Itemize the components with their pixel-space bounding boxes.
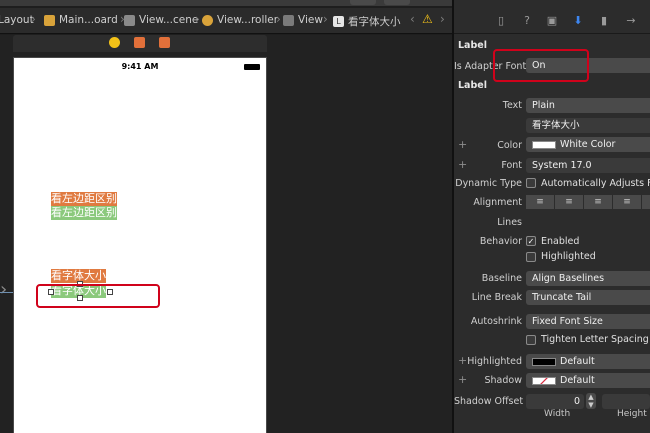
enabled-checkbox[interactable]: ✓ bbox=[526, 236, 536, 246]
width-caption: Width bbox=[544, 409, 571, 419]
identity-inspector-icon[interactable]: ▣ bbox=[545, 14, 559, 28]
attributes-inspector: ▯ ? ▣ ⬇ ▮ → Label Is Adapter Font On Lab… bbox=[454, 0, 650, 433]
baseline-select[interactable]: Align Baselines bbox=[526, 271, 650, 286]
exit-icon[interactable] bbox=[159, 37, 170, 48]
storyboard-canvas[interactable]: › 9:41 AM 看左边距区别 看左边距区别 看字体大小 看字体大小 bbox=[0, 35, 452, 433]
color-swatch bbox=[532, 357, 556, 366]
line-break-label: Line Break bbox=[471, 292, 522, 303]
autoshrink-select[interactable]: Fixed Font Size bbox=[526, 314, 650, 329]
font-label: Font bbox=[501, 160, 522, 171]
shadow-color-select[interactable]: Default bbox=[526, 373, 650, 388]
enabled-text: Enabled bbox=[541, 236, 580, 247]
align-natural-icon[interactable]: ≡ bbox=[642, 195, 650, 209]
highlighted-color-select[interactable]: Default bbox=[526, 354, 650, 369]
shadow-offset-height-field[interactable] bbox=[602, 394, 650, 409]
align-left-icon[interactable]: ≡ bbox=[526, 195, 554, 209]
warning-triangle-icon[interactable]: ⚠ bbox=[422, 12, 433, 26]
breadcrumb-item[interactable]: L 看字体大小 bbox=[333, 14, 401, 29]
entry-point-arrow-icon: › bbox=[0, 279, 8, 300]
align-justify-icon[interactable]: ≡ bbox=[613, 195, 641, 209]
lines-label: Lines bbox=[497, 217, 522, 228]
height-caption: Height bbox=[617, 409, 647, 419]
alignment-segmented-control: ≡ ≡ ≡ ≡ ≡ bbox=[526, 195, 650, 209]
highlighted-text: Highlighted bbox=[541, 251, 596, 262]
label-icon: L bbox=[333, 16, 344, 27]
highlight-annotation bbox=[36, 284, 160, 308]
section-title: Label bbox=[458, 80, 487, 91]
color-select[interactable]: White Color bbox=[526, 137, 650, 152]
view-controller-icon bbox=[202, 14, 213, 26]
size-inspector-icon[interactable]: ▮ bbox=[597, 14, 611, 28]
shadow-offset-label: Shadow Offset bbox=[454, 396, 524, 407]
dynamic-type-text: Automatically Adjusts Font bbox=[541, 178, 650, 189]
scene-dock bbox=[13, 35, 267, 52]
color-swatch bbox=[532, 376, 556, 385]
breadcrumb-item[interactable]: Main...oard bbox=[44, 14, 118, 26]
first-responder-icon[interactable] bbox=[134, 37, 145, 48]
toolbar-control[interactable] bbox=[384, 0, 410, 5]
dynamic-type-label: Dynamic Type bbox=[455, 178, 522, 189]
breadcrumb-item[interactable]: View bbox=[283, 14, 323, 26]
behavior-label: Behavior bbox=[479, 236, 522, 247]
toolbar-control[interactable] bbox=[350, 0, 376, 5]
baseline-label: Baseline bbox=[481, 273, 522, 284]
chevron-right-icon: › bbox=[323, 12, 328, 26]
align-center-icon[interactable]: ≡ bbox=[555, 195, 583, 209]
chevron-right-icon[interactable]: › bbox=[440, 12, 445, 26]
view-controller-icon[interactable] bbox=[109, 37, 120, 48]
highlighted-checkbox[interactable] bbox=[526, 252, 536, 262]
breadcrumb-item[interactable]: View...cene bbox=[124, 14, 198, 26]
highlight-annotation bbox=[493, 49, 589, 82]
file-inspector-icon[interactable]: ▯ bbox=[494, 14, 508, 28]
stepper-control[interactable]: ▲ ▼ bbox=[586, 393, 596, 409]
breadcrumb-item[interactable]: Layout bbox=[0, 14, 34, 26]
chevron-right-icon: › bbox=[195, 12, 200, 26]
shadow-label: Shadow bbox=[484, 375, 523, 386]
battery-icon bbox=[244, 64, 260, 70]
alignment-label: Alignment bbox=[473, 197, 522, 208]
device-frame[interactable]: 9:41 AM 看左边距区别 看左边距区别 看字体大小 看字体大小 bbox=[13, 57, 267, 433]
text-type-select[interactable]: Plain bbox=[526, 98, 650, 113]
tighten-text: Tighten Letter Spacing bbox=[541, 334, 649, 345]
text-label: Text bbox=[502, 100, 522, 111]
label-left-margin-orange[interactable]: 看左边距区别 bbox=[51, 192, 117, 206]
align-right-icon[interactable]: ≡ bbox=[584, 195, 612, 209]
connections-inspector-icon[interactable]: → bbox=[624, 14, 638, 28]
status-time: 9:41 AM bbox=[121, 62, 159, 71]
dynamic-type-checkbox[interactable] bbox=[526, 178, 536, 188]
chevron-right-icon: › bbox=[31, 12, 36, 26]
breadcrumb-item[interactable]: View...roller bbox=[202, 14, 278, 26]
chevron-right-icon: › bbox=[276, 12, 281, 26]
attributes-inspector-icon[interactable]: ⬇ bbox=[571, 14, 585, 28]
inspector-tabs: ▯ ? ▣ ⬇ ▮ → bbox=[454, 8, 650, 34]
help-inspector-icon[interactable]: ? bbox=[520, 14, 534, 28]
color-label: Color bbox=[497, 140, 522, 151]
chevron-left-icon[interactable]: ‹ bbox=[410, 12, 415, 26]
shadow-offset-width-field[interactable]: 0 bbox=[526, 394, 584, 409]
storyboard-icon bbox=[44, 14, 55, 26]
section-title: Label bbox=[458, 40, 487, 51]
autoshrink-label: Autoshrink bbox=[470, 316, 522, 327]
line-break-select[interactable]: Truncate Tail bbox=[526, 290, 650, 305]
view-icon bbox=[283, 14, 294, 26]
scene-icon bbox=[124, 14, 135, 26]
color-swatch bbox=[532, 140, 556, 149]
text-content-field[interactable]: 看字体大小 bbox=[526, 118, 650, 133]
font-field[interactable]: System 17.0 bbox=[526, 158, 650, 173]
label-left-margin-green[interactable]: 看左边距区别 bbox=[51, 206, 117, 220]
highlighted-color-label: Highlighted bbox=[467, 356, 522, 367]
tighten-checkbox[interactable] bbox=[526, 335, 536, 345]
jump-bar: Layout › Main...oard › View...cene › Vie… bbox=[0, 8, 452, 34]
